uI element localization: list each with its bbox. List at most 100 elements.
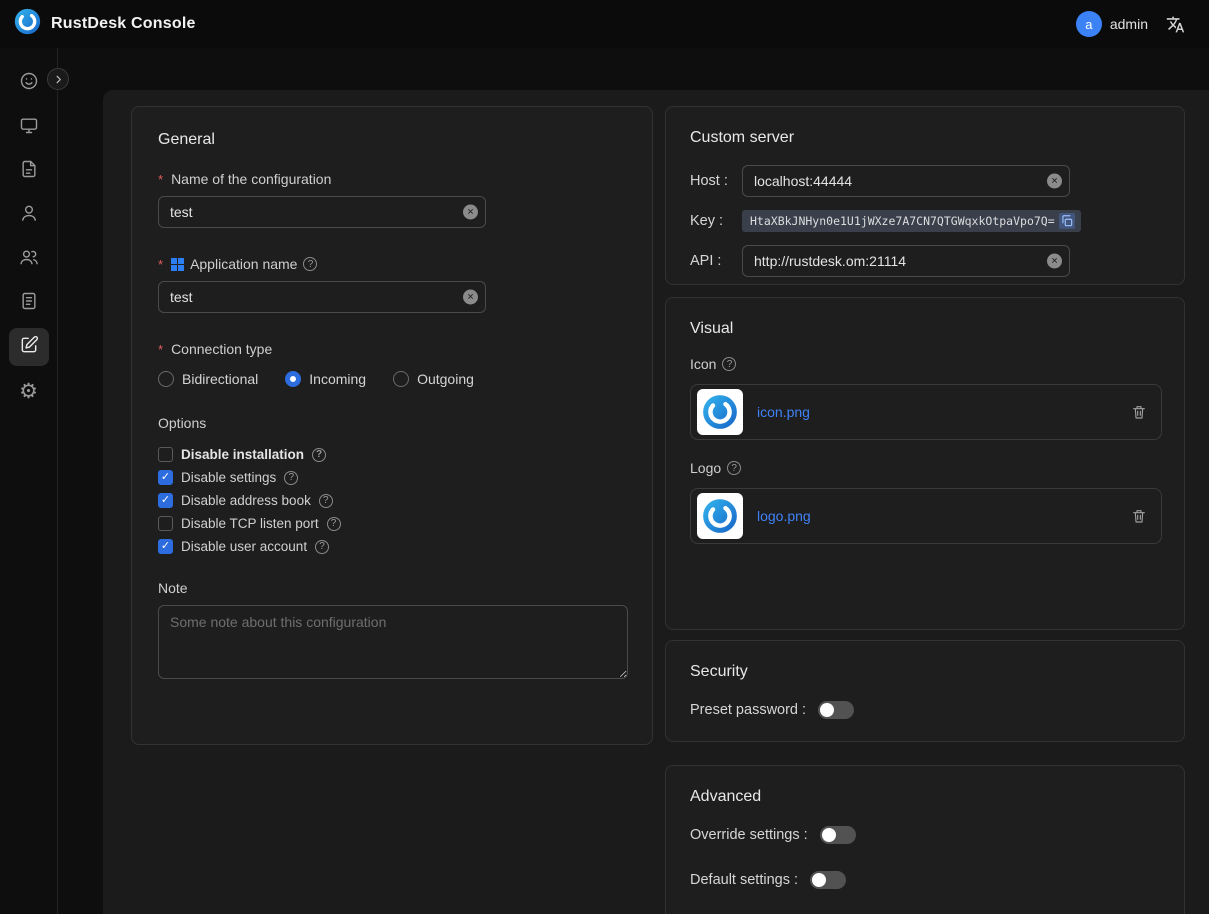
settings-gear-icon: ⚙ [19, 381, 38, 402]
note-textarea[interactable] [158, 605, 628, 679]
sidebar-item-audit[interactable] [9, 284, 49, 322]
icon-upload-item: icon.png [690, 384, 1162, 440]
windows-icon [171, 258, 184, 271]
checkbox[interactable] [158, 447, 173, 462]
toggle-knob [822, 828, 836, 842]
icon-label: Icon [690, 356, 1160, 372]
security-title: Security [690, 663, 1160, 681]
status-icon [19, 71, 39, 96]
help-icon[interactable] [312, 448, 326, 462]
users-icon [19, 247, 39, 272]
preset-password-row: Preset password : [690, 701, 1160, 719]
radio-circle[interactable] [393, 371, 409, 387]
user-icon [19, 203, 39, 228]
sidebar-item-devices[interactable] [9, 108, 49, 146]
default-settings-row: Default settings : [690, 871, 1160, 889]
app-field [158, 281, 486, 313]
toggle-knob [820, 703, 834, 717]
checkbox-checked[interactable] [158, 470, 173, 485]
help-icon[interactable] [319, 494, 333, 508]
clear-icon[interactable] [463, 290, 478, 305]
name-input[interactable] [158, 196, 486, 228]
translate-icon[interactable] [1166, 15, 1185, 34]
key-row: Key : HtaXBkJNHyn0e1U1jWXze7A7CN7QTGWqxk… [690, 210, 1160, 232]
sidebar-collapse-button[interactable] [47, 68, 69, 90]
sidebar-item-edit-config[interactable] [9, 328, 49, 366]
toggle-knob [812, 873, 826, 887]
preset-password-toggle[interactable] [818, 701, 854, 719]
host-field [742, 165, 1070, 197]
preset-password-label: Preset password : [690, 702, 806, 718]
radio-bidirectional[interactable]: Bidirectional [158, 371, 258, 387]
advanced-title: Advanced [690, 788, 1160, 806]
api-input[interactable] [742, 245, 1070, 277]
help-icon[interactable] [327, 517, 341, 531]
key-field: HtaXBkJNHyn0e1U1jWXze7A7CN7QTGWqxkOtpaVp… [742, 210, 1081, 232]
default-settings-toggle[interactable] [810, 871, 846, 889]
checkbox-disable-installation[interactable]: Disable installation [158, 447, 626, 462]
note-label: Note [158, 580, 626, 596]
help-icon[interactable] [303, 257, 317, 271]
options-label: Options [158, 415, 626, 431]
checkbox-disable-settings[interactable]: Disable settings [158, 470, 626, 485]
sidebar-item-status[interactable] [9, 64, 49, 102]
radio-incoming[interactable]: Incoming [285, 371, 366, 387]
visual-title: Visual [690, 320, 1160, 338]
sidebar-item-documents[interactable] [9, 152, 49, 190]
logo-file-link[interactable]: logo.png [757, 508, 1117, 524]
host-row: Host : [690, 165, 1160, 197]
sidebar-item-user[interactable] [9, 196, 49, 234]
checkbox-disable-tcp-listen-port[interactable]: Disable TCP listen port [158, 516, 626, 531]
sidebar-item-groups[interactable] [9, 240, 49, 278]
card-security: Security Preset password : [665, 640, 1185, 742]
connection-type-group: Bidirectional Incoming Outgoing [158, 371, 626, 387]
card-general: General Name of the configuration Applic… [131, 106, 653, 745]
clear-icon[interactable] [1047, 174, 1062, 189]
override-settings-toggle[interactable] [820, 826, 856, 844]
radio-circle[interactable] [158, 371, 174, 387]
override-settings-label: Override settings : [690, 827, 808, 843]
checkbox-checked[interactable] [158, 493, 173, 508]
custom-server-title: Custom server [690, 129, 1160, 147]
logo-upload-item: logo.png [690, 488, 1162, 544]
sidebar-item-settings[interactable]: ⚙ [9, 372, 49, 410]
help-icon[interactable] [315, 540, 329, 554]
app-name-input[interactable] [158, 281, 486, 313]
name-field [158, 196, 486, 228]
api-row: API : [690, 245, 1160, 277]
copy-icon[interactable] [1059, 213, 1075, 229]
checkbox-disable-address-book[interactable]: Disable address book [158, 493, 626, 508]
name-field-label: Name of the configuration [158, 171, 626, 187]
clear-icon[interactable] [463, 205, 478, 220]
devices-icon [19, 115, 39, 140]
icon-file-link[interactable]: icon.png [757, 404, 1117, 420]
checkbox[interactable] [158, 516, 173, 531]
app-title: RustDesk Console [51, 15, 196, 33]
host-input[interactable] [742, 165, 1070, 197]
trash-icon[interactable] [1131, 508, 1147, 524]
help-icon[interactable] [727, 461, 741, 475]
checkbox-disable-user-account[interactable]: Disable user account [158, 539, 626, 554]
radio-outgoing[interactable]: Outgoing [393, 371, 474, 387]
trash-icon[interactable] [1131, 404, 1147, 420]
audit-log-icon [19, 291, 39, 316]
user-menu[interactable]: a admin [1076, 11, 1148, 37]
help-icon[interactable] [284, 471, 298, 485]
card-custom-server: Custom server Host : Key : HtaXBkJNHyn0e… [665, 106, 1185, 285]
api-field [742, 245, 1070, 277]
card-visual: Visual Icon icon.png Logo [665, 297, 1185, 630]
override-settings-row: Override settings : [690, 826, 1160, 844]
required-marker [158, 256, 165, 272]
rustdesk-logo [14, 8, 41, 40]
radio-circle-selected[interactable] [285, 371, 301, 387]
avatar[interactable]: a [1076, 11, 1102, 37]
host-label: Host : [690, 173, 742, 189]
clear-icon[interactable] [1047, 254, 1062, 269]
brand: RustDesk Console [14, 8, 196, 40]
topbar-right: a admin [1076, 11, 1185, 37]
card-advanced: Advanced Override settings : Default set… [665, 765, 1185, 914]
checkbox-checked[interactable] [158, 539, 173, 554]
logo-thumbnail [697, 493, 743, 539]
help-icon[interactable] [722, 357, 736, 371]
main-panel: General Name of the configuration Applic… [103, 90, 1209, 914]
